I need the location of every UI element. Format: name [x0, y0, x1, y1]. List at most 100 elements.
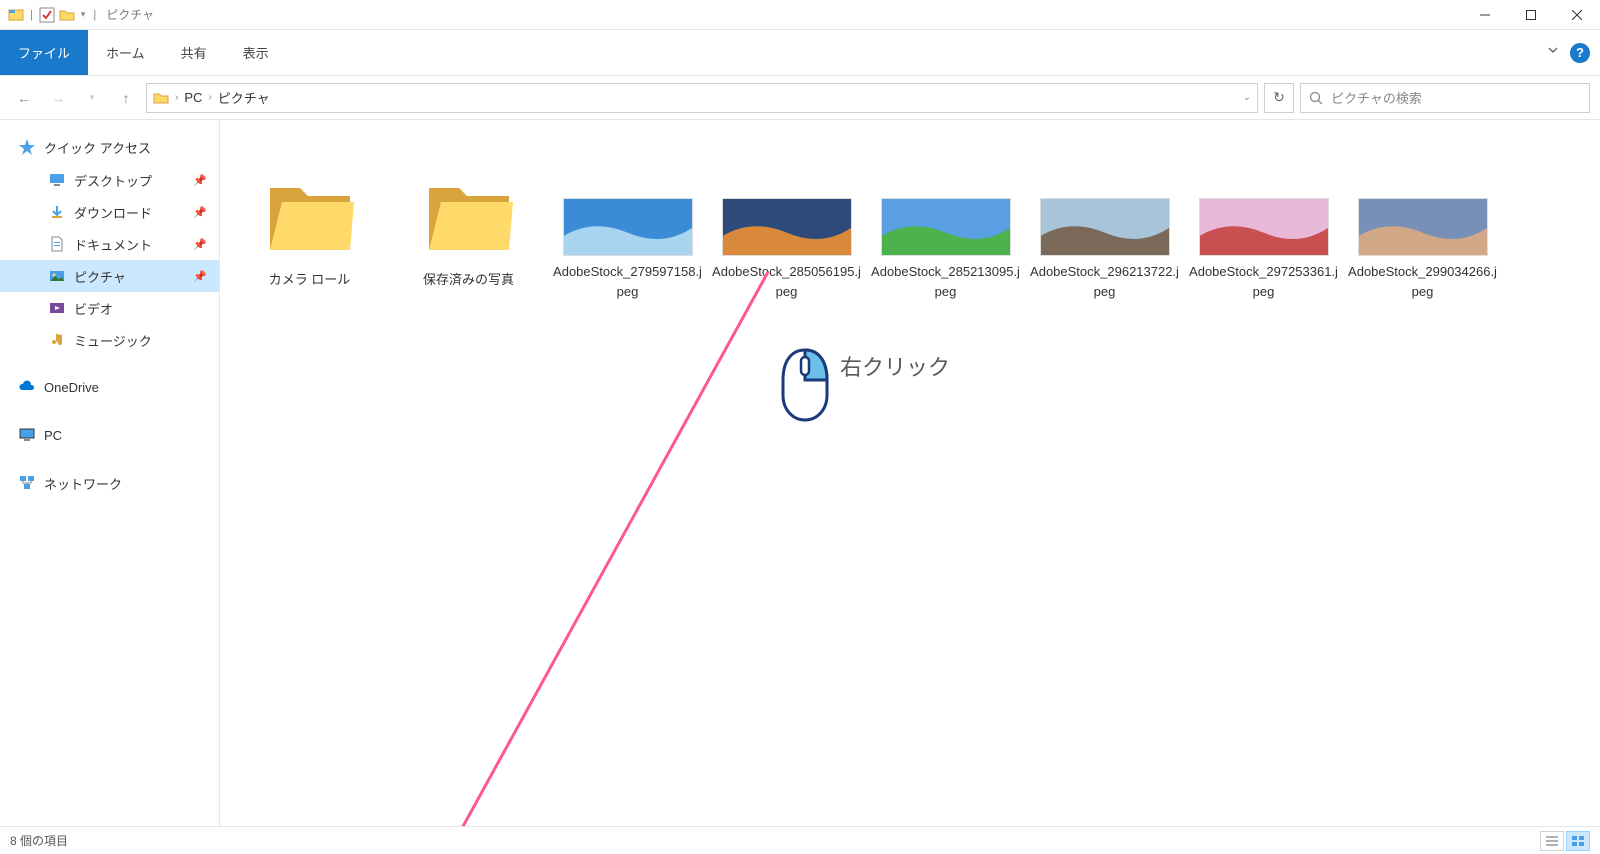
image-item[interactable]: AdobeStock_296213722.jpeg	[1025, 134, 1184, 334]
status-count: 8 個の項目	[10, 832, 68, 849]
network-label: ネットワーク	[44, 474, 122, 493]
pictures-icon	[48, 267, 66, 285]
quick-access-label: クイック アクセス	[44, 138, 151, 157]
pc-icon	[18, 426, 36, 444]
titlebar-left: | ▾ | ピクチャ	[0, 6, 154, 23]
back-button[interactable]: ←	[10, 84, 38, 112]
separator: |	[93, 9, 96, 21]
thumbnails-view-button[interactable]	[1566, 831, 1590, 851]
sidebar-item-label: デスクトップ	[74, 171, 152, 190]
statusbar: 8 個の項目	[0, 826, 1600, 854]
main: クイック アクセス デスクトップ 📌 ダウンロード 📌 ドキュメント 📌 ピクチ…	[0, 120, 1600, 826]
sidebar-item-downloads[interactable]: ダウンロード 📌	[0, 196, 219, 228]
folder-icon	[153, 90, 169, 106]
item-label: AdobeStock_279597158.jpeg	[548, 262, 707, 301]
music-icon	[48, 331, 66, 349]
sidebar-item-documents[interactable]: ドキュメント 📌	[0, 228, 219, 260]
content-area[interactable]: カメラ ロール 保存済みの写真 AdobeStock_279597158.jpeg…	[220, 120, 1600, 826]
sidebar-onedrive[interactable]: OneDrive	[0, 370, 219, 404]
sidebar-pc[interactable]: PC	[0, 418, 219, 452]
recent-dropdown-icon[interactable]: ▾	[78, 84, 106, 112]
item-label: AdobeStock_285056195.jpeg	[707, 262, 866, 301]
ribbon-expand-icon[interactable]	[1546, 43, 1560, 62]
item-label: 保存済みの写真	[419, 270, 518, 290]
view-tab[interactable]: 表示	[225, 30, 287, 75]
onedrive-label: OneDrive	[44, 380, 99, 395]
pin-icon: 📌	[193, 270, 207, 283]
sidebar-item-music[interactable]: ミュージック	[0, 324, 219, 356]
item-label: AdobeStock_297253361.jpeg	[1184, 262, 1343, 301]
checkbox-icon[interactable]	[39, 7, 55, 23]
annotation-text: 右クリック	[840, 350, 950, 382]
document-icon	[48, 235, 66, 253]
window-title: ピクチャ	[106, 6, 154, 23]
star-icon	[18, 138, 36, 156]
pin-icon: 📌	[193, 206, 207, 219]
search-input[interactable]: ピクチャの検索	[1300, 83, 1590, 113]
folder-small-icon[interactable]	[59, 7, 75, 23]
image-thumbnail	[563, 198, 693, 256]
help-button[interactable]: ?	[1570, 43, 1590, 63]
up-button[interactable]: ↑	[112, 84, 140, 112]
sidebar-network[interactable]: ネットワーク	[0, 466, 219, 500]
video-icon	[48, 299, 66, 317]
pin-icon: 📌	[193, 174, 207, 187]
explorer-icon	[8, 7, 24, 23]
item-label: カメラ ロール	[265, 270, 355, 290]
sidebar-item-label: ミュージック	[74, 331, 152, 350]
navbar: ← → ▾ ↑ › PC › ピクチャ ⌄ ↻ ピクチャの検索	[0, 76, 1600, 120]
sidebar-item-desktop[interactable]: デスクトップ 📌	[0, 164, 219, 196]
refresh-button[interactable]: ↻	[1264, 83, 1294, 113]
download-icon	[48, 203, 66, 221]
address-bar[interactable]: › PC › ピクチャ ⌄	[146, 83, 1258, 113]
address-dropdown-icon[interactable]: ⌄	[1243, 92, 1251, 103]
image-item[interactable]: AdobeStock_285056195.jpeg	[707, 134, 866, 334]
image-item[interactable]: AdobeStock_285213095.jpeg	[866, 134, 1025, 334]
image-item[interactable]: AdobeStock_297253361.jpeg	[1184, 134, 1343, 334]
pin-icon: 📌	[193, 238, 207, 251]
share-tab[interactable]: 共有	[163, 30, 225, 75]
network-icon	[18, 474, 36, 492]
pc-label: PC	[44, 428, 62, 443]
search-placeholder: ピクチャの検索	[1331, 88, 1422, 107]
maximize-button[interactable]	[1508, 0, 1554, 30]
qat-dropdown-icon[interactable]: ▾	[81, 9, 86, 20]
chevron-right-icon[interactable]: ›	[206, 92, 213, 103]
folder-item[interactable]: カメラ ロール	[230, 134, 389, 334]
close-button[interactable]	[1554, 0, 1600, 30]
onedrive-icon	[18, 378, 36, 396]
search-icon	[1309, 91, 1323, 105]
image-thumbnail	[722, 198, 852, 256]
breadcrumb-pictures[interactable]: ピクチャ	[218, 88, 270, 107]
forward-button[interactable]: →	[44, 84, 72, 112]
image-thumbnail	[1199, 198, 1329, 256]
chevron-right-icon[interactable]: ›	[173, 92, 180, 103]
desktop-icon	[48, 171, 66, 189]
image-thumbnail	[1040, 198, 1170, 256]
item-label: AdobeStock_296213722.jpeg	[1025, 262, 1184, 301]
sidebar-item-pictures[interactable]: ピクチャ 📌	[0, 260, 219, 292]
sidebar-item-label: ピクチャ	[74, 267, 126, 286]
sidebar-item-videos[interactable]: ビデオ	[0, 292, 219, 324]
minimize-button[interactable]	[1462, 0, 1508, 30]
folder-item[interactable]: 保存済みの写真	[389, 134, 548, 334]
sidebar-item-label: ドキュメント	[74, 235, 152, 254]
quick-access[interactable]: クイック アクセス	[0, 130, 219, 164]
file-tab[interactable]: ファイル	[0, 30, 88, 75]
item-label: AdobeStock_285213095.jpeg	[866, 262, 1025, 301]
separator: |	[30, 9, 33, 21]
image-thumbnail	[881, 198, 1011, 256]
titlebar: | ▾ | ピクチャ	[0, 0, 1600, 30]
view-toggle	[1540, 831, 1590, 851]
details-view-button[interactable]	[1540, 831, 1564, 851]
sidebar-item-label: ビデオ	[74, 299, 113, 318]
window-controls	[1462, 0, 1600, 30]
mouse-right-click-icon	[775, 345, 835, 425]
sidebar-item-label: ダウンロード	[74, 203, 152, 222]
breadcrumb-pc[interactable]: PC	[184, 90, 202, 105]
image-thumbnail	[1358, 198, 1488, 256]
ribbon: ファイル ホーム 共有 表示 ?	[0, 30, 1600, 76]
image-item[interactable]: AdobeStock_299034266.jpeg	[1343, 134, 1502, 334]
home-tab[interactable]: ホーム	[88, 30, 163, 75]
image-item[interactable]: AdobeStock_279597158.jpeg	[548, 134, 707, 334]
